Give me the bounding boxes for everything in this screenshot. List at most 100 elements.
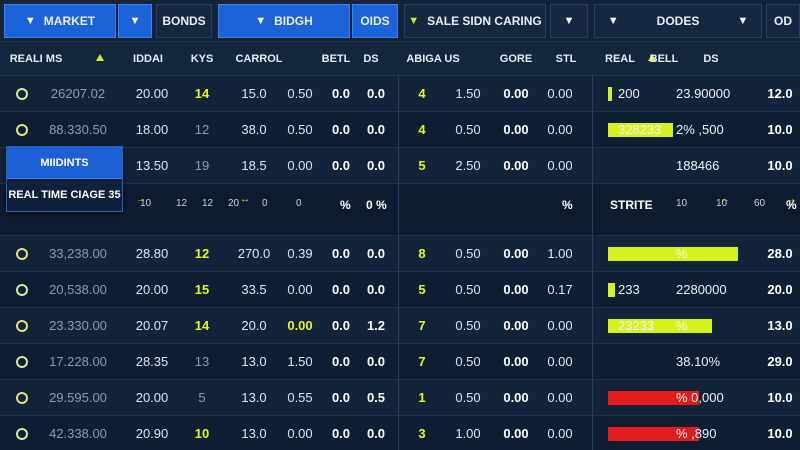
cell-c4: 33.5 xyxy=(241,282,267,297)
cell-c3: 12 xyxy=(194,122,210,137)
tab-dropdown[interactable]: ▼ xyxy=(118,4,152,38)
header-kys[interactable]: KYS xyxy=(182,42,222,76)
tab-dodes[interactable]: ▼ DODES ▼ xyxy=(594,4,762,38)
instrument-status-icon[interactable] xyxy=(16,428,28,440)
right-value-c: 20.0 xyxy=(767,282,793,297)
tab-bonds[interactable]: BONDS xyxy=(156,4,212,38)
right-value-a: 233 xyxy=(618,282,640,297)
right-value-a: 23233 xyxy=(618,318,655,333)
right-value-b: % xyxy=(676,246,688,261)
cell-c5: 0.50 xyxy=(287,86,313,101)
cell-c5: 1.50 xyxy=(287,354,313,369)
cell-c8: 1 xyxy=(418,390,426,405)
table-row[interactable]: 33,238.00 28.80 12 270.0 0.39 0.0 0.0 8 0.50 0.00… xyxy=(0,236,800,272)
instrument-status-icon[interactable] xyxy=(16,284,28,296)
instrument-status-icon[interactable] xyxy=(16,356,28,368)
tab-bidgh[interactable]: ▼ BIDGH xyxy=(218,4,350,38)
header-betl[interactable]: BETL xyxy=(318,42,354,76)
header-reali-ms[interactable]: REALI MS xyxy=(6,42,66,76)
cell-c4: 13.0 xyxy=(241,390,267,405)
table-row[interactable]: 29.595.00 20.00 5 13.0 0.55 0.0 0.5 1 0.50 0.00 0.… xyxy=(0,380,800,416)
cell-c6: 0.0 xyxy=(331,122,351,137)
right-value-c: 10.0 xyxy=(767,158,793,173)
column-separator xyxy=(398,236,399,271)
tab-bonds-label: BONDS xyxy=(162,14,206,28)
tab-oids[interactable]: OIDS xyxy=(352,4,398,38)
cell-c8: 7 xyxy=(418,354,426,369)
cell-c11: 0.00 xyxy=(547,158,573,173)
tick-10b: 10 xyxy=(676,198,688,209)
sort-up-icon[interactable] xyxy=(96,54,104,61)
cell-c10: 0.00 xyxy=(503,426,529,441)
table-row[interactable]: 23.330.00 20.07 14 20.0 0.00 0.0 1.2 7 0.50 0.00 0… xyxy=(0,308,800,344)
header-stl[interactable]: STL xyxy=(548,42,584,76)
table-row[interactable]: 17.228.00 28.35 13 13.0 1.50 0.0 0.0 7 0.50 0.00 0… xyxy=(0,344,800,380)
header-ds-2[interactable]: DS xyxy=(696,42,726,76)
cell-c4: 20.0 xyxy=(241,318,267,333)
cell-c7: 0.0 xyxy=(366,282,386,297)
cell-c5: 0.00 xyxy=(287,282,313,297)
instrument-status-icon[interactable] xyxy=(16,320,28,332)
cell-c7: 0.0 xyxy=(366,158,386,173)
column-separator xyxy=(398,272,399,307)
cell-c7: 0.0 xyxy=(366,86,386,101)
cell-c7: 0.0 xyxy=(366,354,386,369)
cell-c7: 1.2 xyxy=(366,318,386,333)
cell-c2: 28.80 xyxy=(135,246,169,261)
column-separator xyxy=(398,344,399,379)
cell-c10: 0.00 xyxy=(503,86,529,101)
header-real-lo[interactable]: REAL LO xyxy=(598,42,642,99)
tab-market-label: MARKET xyxy=(43,14,96,28)
popup-item-real-time[interactable]: REAL TIME CIAGE 35 xyxy=(7,179,122,211)
table-row[interactable]: 26207.02 20.00 14 15.0 0.50 0.0 0.0 4 1.50 0.00 0.… xyxy=(0,76,800,112)
table-row[interactable]: 88.330.50 18.00 12 38.0 0.50 0.0 0.0 4 0.50 0.00 0… xyxy=(0,112,800,148)
strite-label: STRITE xyxy=(610,198,653,212)
header-bell[interactable]: BELL xyxy=(646,42,682,76)
right-value-b: 2280000 xyxy=(676,282,727,297)
cell-c3: 12 xyxy=(194,246,210,261)
tab-sale-sidn[interactable]: ▼ SALE SIDN CARING xyxy=(404,4,546,38)
cell-c10: 0.00 xyxy=(503,246,529,261)
column-separator xyxy=(398,148,399,183)
cell-c7: 0.0 xyxy=(366,426,386,441)
cell-c1: 88.330.50 xyxy=(49,122,107,137)
instrument-status-icon[interactable] xyxy=(16,88,28,100)
header-abiga-us[interactable]: ABIGA US xyxy=(404,42,462,76)
table-row[interactable]: 42.338.00 20.90 10 13.0 0.00 0.0 0.0 3 1.00 0.00 0… xyxy=(0,416,800,450)
instrument-status-icon[interactable] xyxy=(16,124,28,136)
column-separator xyxy=(592,308,593,343)
cell-c3: 14 xyxy=(194,318,210,333)
header-ds[interactable]: DS xyxy=(356,42,386,76)
right-value-a: 328233 xyxy=(618,122,662,137)
cell-c1: 29.595.00 xyxy=(49,390,107,405)
tab-market[interactable]: ▼ MARKET xyxy=(4,4,116,38)
cell-c4: 15.0 xyxy=(241,86,267,101)
cell-c11: 1.00 xyxy=(547,246,573,261)
level-bar xyxy=(608,247,738,261)
right-value-c: 28.0 xyxy=(767,246,793,261)
cell-c5: 0.39 xyxy=(287,246,313,261)
cell-c10: 0.00 xyxy=(503,282,529,297)
instrument-status-icon[interactable] xyxy=(16,392,28,404)
tab-od[interactable]: OD xyxy=(766,4,800,38)
popup-item-miidints[interactable]: MIIDINTS xyxy=(7,147,122,179)
header-carrol[interactable]: CARROL xyxy=(234,42,284,76)
right-value-b: 23.90000 xyxy=(676,86,731,101)
cell-c9: 0.50 xyxy=(455,246,481,261)
header-iddai[interactable]: IDDAI xyxy=(122,42,174,76)
cell-c5: 0.00 xyxy=(287,158,313,173)
cell-c5: 0.00 xyxy=(287,318,313,333)
header-gore[interactable]: GORE xyxy=(496,42,536,76)
right-value-c: 10.0 xyxy=(767,122,793,137)
tab-dropdown-2[interactable]: ▼ xyxy=(550,4,588,38)
table-row[interactable]: 20,538.00 20.00 15 33.5 0.00 0.0 0.0 5 0.50 0.00 0… xyxy=(0,272,800,308)
cell-c5: 0.55 xyxy=(287,390,313,405)
chevron-down-icon: ▼ xyxy=(607,15,619,27)
instrument-status-icon[interactable] xyxy=(16,248,28,260)
cell-c9: 1.00 xyxy=(455,426,481,441)
pct-label-2: 0 % xyxy=(366,198,387,212)
cell-c8: 3 xyxy=(418,426,426,441)
cell-c1: 23.330.00 xyxy=(49,318,107,333)
right-value-c: 10.0 xyxy=(767,390,793,405)
market-data-grid: 26207.02 20.00 14 15.0 0.50 0.0 0.0 4 1.50 0.00 0.… xyxy=(0,76,800,450)
